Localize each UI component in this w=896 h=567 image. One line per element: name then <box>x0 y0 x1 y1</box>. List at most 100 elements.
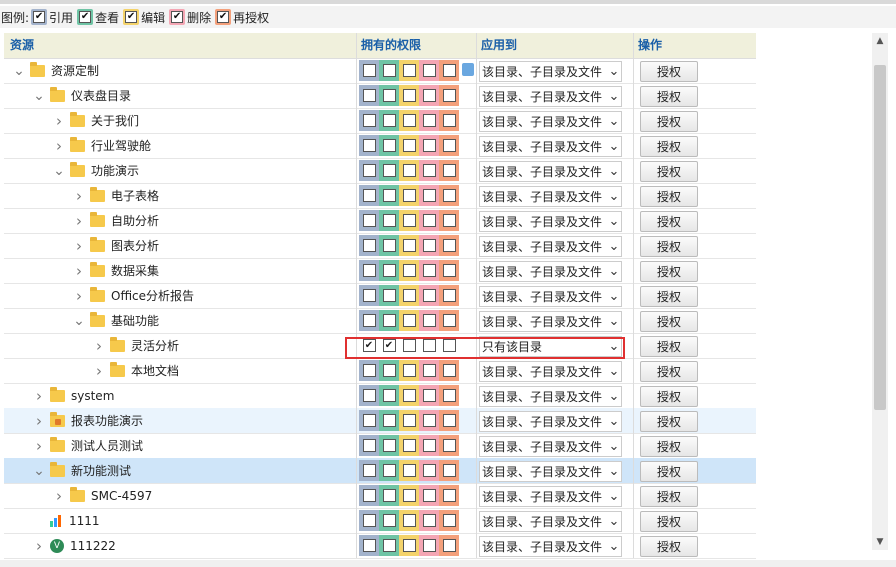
permission-checkbox[interactable] <box>379 435 399 456</box>
permission-checkbox[interactable] <box>439 235 459 256</box>
tree-row[interactable]: › SMC-4597 该目录、子目录及文件 ⌄ 授权 <box>4 483 756 509</box>
apply-to-select[interactable]: 该目录、子目录及文件 ⌄ <box>479 511 622 532</box>
chevron-right-icon[interactable]: › <box>92 337 106 355</box>
permission-checkbox[interactable] <box>439 410 459 431</box>
apply-to-select[interactable]: 该目录、子目录及文件 ⌄ <box>479 211 622 232</box>
permission-checkbox[interactable] <box>359 160 379 181</box>
permission-checkbox[interactable] <box>399 285 419 306</box>
grant-button[interactable]: 授权 <box>640 386 698 407</box>
permission-checkbox[interactable] <box>359 385 379 406</box>
permission-checkbox[interactable] <box>399 135 419 156</box>
tree-row[interactable]: 1111 该目录、子目录及文件 ⌄ 授权 <box>4 508 756 534</box>
grant-button[interactable]: 授权 <box>640 336 698 357</box>
inherit-icon[interactable] <box>462 63 474 76</box>
apply-to-select[interactable]: 该目录、子目录及文件 ⌄ <box>479 461 622 482</box>
grant-button[interactable]: 授权 <box>640 511 698 532</box>
permission-checkbox[interactable] <box>359 235 379 256</box>
tree-row[interactable]: › 电子表格 该目录、子目录及文件 ⌄ 授权 <box>4 183 756 209</box>
grant-button[interactable]: 授权 <box>640 436 698 457</box>
chevron-right-icon[interactable]: › <box>32 437 46 455</box>
chevron-right-icon[interactable]: › <box>72 187 86 205</box>
grant-button[interactable]: 授权 <box>640 536 698 557</box>
permission-checkbox[interactable] <box>399 260 419 281</box>
grant-button[interactable]: 授权 <box>640 261 698 282</box>
chevron-right-icon[interactable]: › <box>92 362 106 380</box>
scroll-down-icon[interactable]: ▼ <box>872 534 888 550</box>
tree-row[interactable]: ⌄ 新功能测试 该目录、子目录及文件 ⌄ 授权 <box>4 458 756 484</box>
permission-checkbox[interactable] <box>379 160 399 181</box>
permission-checkbox[interactable] <box>439 110 459 131</box>
tree-row[interactable]: › system 该目录、子目录及文件 ⌄ 授权 <box>4 383 756 409</box>
tree-row[interactable]: › 行业驾驶舱 该目录、子目录及文件 ⌄ 授权 <box>4 133 756 159</box>
permission-checkbox[interactable] <box>379 310 399 331</box>
permission-checkbox[interactable] <box>379 85 399 106</box>
apply-to-select[interactable]: 该目录、子目录及文件 ⌄ <box>479 361 622 382</box>
tree-row[interactable]: › 自助分析 该目录、子目录及文件 ⌄ 授权 <box>4 208 756 234</box>
apply-to-select[interactable]: 该目录、子目录及文件 ⌄ <box>479 236 622 257</box>
permission-checkbox[interactable] <box>359 435 379 456</box>
apply-to-select[interactable]: 该目录、子目录及文件 ⌄ <box>479 311 622 332</box>
grant-button[interactable]: 授权 <box>640 86 698 107</box>
permission-checkbox[interactable] <box>399 210 419 231</box>
chevron-down-icon[interactable]: ⌄ <box>72 313 86 329</box>
permission-checkbox[interactable] <box>379 285 399 306</box>
apply-to-select[interactable]: 该目录、子目录及文件 ⌄ <box>479 486 622 507</box>
permission-checkbox[interactable] <box>419 60 439 81</box>
apply-to-select[interactable]: 该目录、子目录及文件 ⌄ <box>479 286 622 307</box>
permission-checkbox[interactable] <box>439 185 459 206</box>
permission-checkbox[interactable] <box>359 285 379 306</box>
permission-checkbox[interactable] <box>419 485 439 506</box>
apply-to-select[interactable]: 该目录、子目录及文件 ⌄ <box>479 86 622 107</box>
apply-to-select[interactable]: 只有该目录 ⌄ <box>479 336 622 357</box>
permission-checkbox[interactable] <box>419 310 439 331</box>
chevron-right-icon[interactable]: › <box>32 412 46 430</box>
permission-checkbox[interactable] <box>359 210 379 231</box>
tree-row[interactable]: › 数据采集 该目录、子目录及文件 ⌄ 授权 <box>4 258 756 284</box>
tree-row[interactable]: › 灵活分析 ✔ ✔ 只有该目录 ⌄ 授权 <box>4 333 756 359</box>
grant-button[interactable]: 授权 <box>640 286 698 307</box>
permission-checkbox[interactable] <box>439 210 459 231</box>
permission-checkbox[interactable] <box>439 285 459 306</box>
permission-checkbox[interactable] <box>419 85 439 106</box>
grant-button[interactable]: 授权 <box>640 461 698 482</box>
permission-checkbox[interactable] <box>379 510 399 531</box>
permission-checkbox[interactable]: ✔ <box>379 335 399 356</box>
permission-checkbox[interactable] <box>379 385 399 406</box>
permission-checkbox[interactable] <box>399 85 419 106</box>
permission-checkbox[interactable] <box>359 510 379 531</box>
permission-checkbox[interactable] <box>359 360 379 381</box>
chevron-right-icon[interactable]: › <box>32 387 46 405</box>
tree-row[interactable]: › Office分析报告 该目录、子目录及文件 ⌄ 授权 <box>4 283 756 309</box>
chevron-right-icon[interactable]: › <box>32 537 46 555</box>
permission-checkbox[interactable] <box>379 135 399 156</box>
permission-checkbox[interactable] <box>359 460 379 481</box>
permission-checkbox[interactable] <box>439 160 459 181</box>
chevron-right-icon[interactable]: › <box>52 137 66 155</box>
chevron-down-icon[interactable]: ⌄ <box>52 163 66 179</box>
tree-row[interactable]: › 图表分析 该目录、子目录及文件 ⌄ 授权 <box>4 233 756 259</box>
permission-checkbox[interactable] <box>419 135 439 156</box>
permission-checkbox[interactable] <box>439 485 459 506</box>
permission-checkbox[interactable] <box>439 260 459 281</box>
permission-checkbox[interactable] <box>419 510 439 531</box>
tree-row[interactable]: › 关于我们 该目录、子目录及文件 ⌄ 授权 <box>4 108 756 134</box>
permission-checkbox[interactable] <box>419 385 439 406</box>
permission-checkbox[interactable] <box>399 385 419 406</box>
tree-row[interactable]: › 测试人员测试 该目录、子目录及文件 ⌄ 授权 <box>4 433 756 459</box>
chevron-right-icon[interactable]: › <box>72 237 86 255</box>
permission-checkbox[interactable] <box>419 435 439 456</box>
permission-checkbox[interactable] <box>439 360 459 381</box>
permission-checkbox[interactable] <box>439 535 459 556</box>
permission-checkbox[interactable] <box>419 110 439 131</box>
chevron-right-icon[interactable]: › <box>72 287 86 305</box>
permission-checkbox[interactable] <box>359 110 379 131</box>
apply-to-select[interactable]: 该目录、子目录及文件 ⌄ <box>479 411 622 432</box>
tree-row[interactable]: › V 111222 该目录、子目录及文件 ⌄ 授权 <box>4 533 756 559</box>
apply-to-select[interactable]: 该目录、子目录及文件 ⌄ <box>479 136 622 157</box>
permission-checkbox[interactable] <box>419 160 439 181</box>
permission-checkbox[interactable] <box>399 185 419 206</box>
grant-button[interactable]: 授权 <box>640 411 698 432</box>
permission-checkbox[interactable] <box>379 360 399 381</box>
permission-checkbox[interactable] <box>439 60 459 81</box>
permission-checkbox[interactable] <box>439 310 459 331</box>
